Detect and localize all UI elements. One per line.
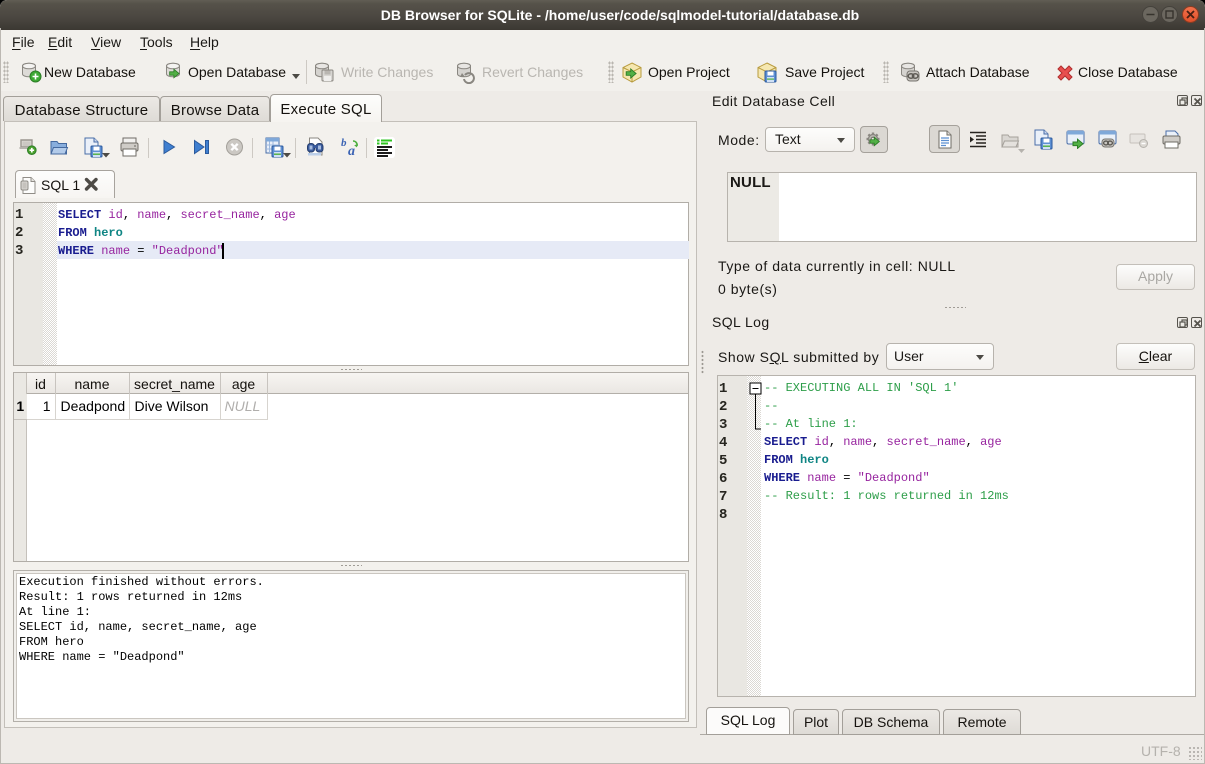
svg-text:b: b bbox=[341, 137, 347, 149]
svg-text:a: a bbox=[348, 144, 355, 157]
